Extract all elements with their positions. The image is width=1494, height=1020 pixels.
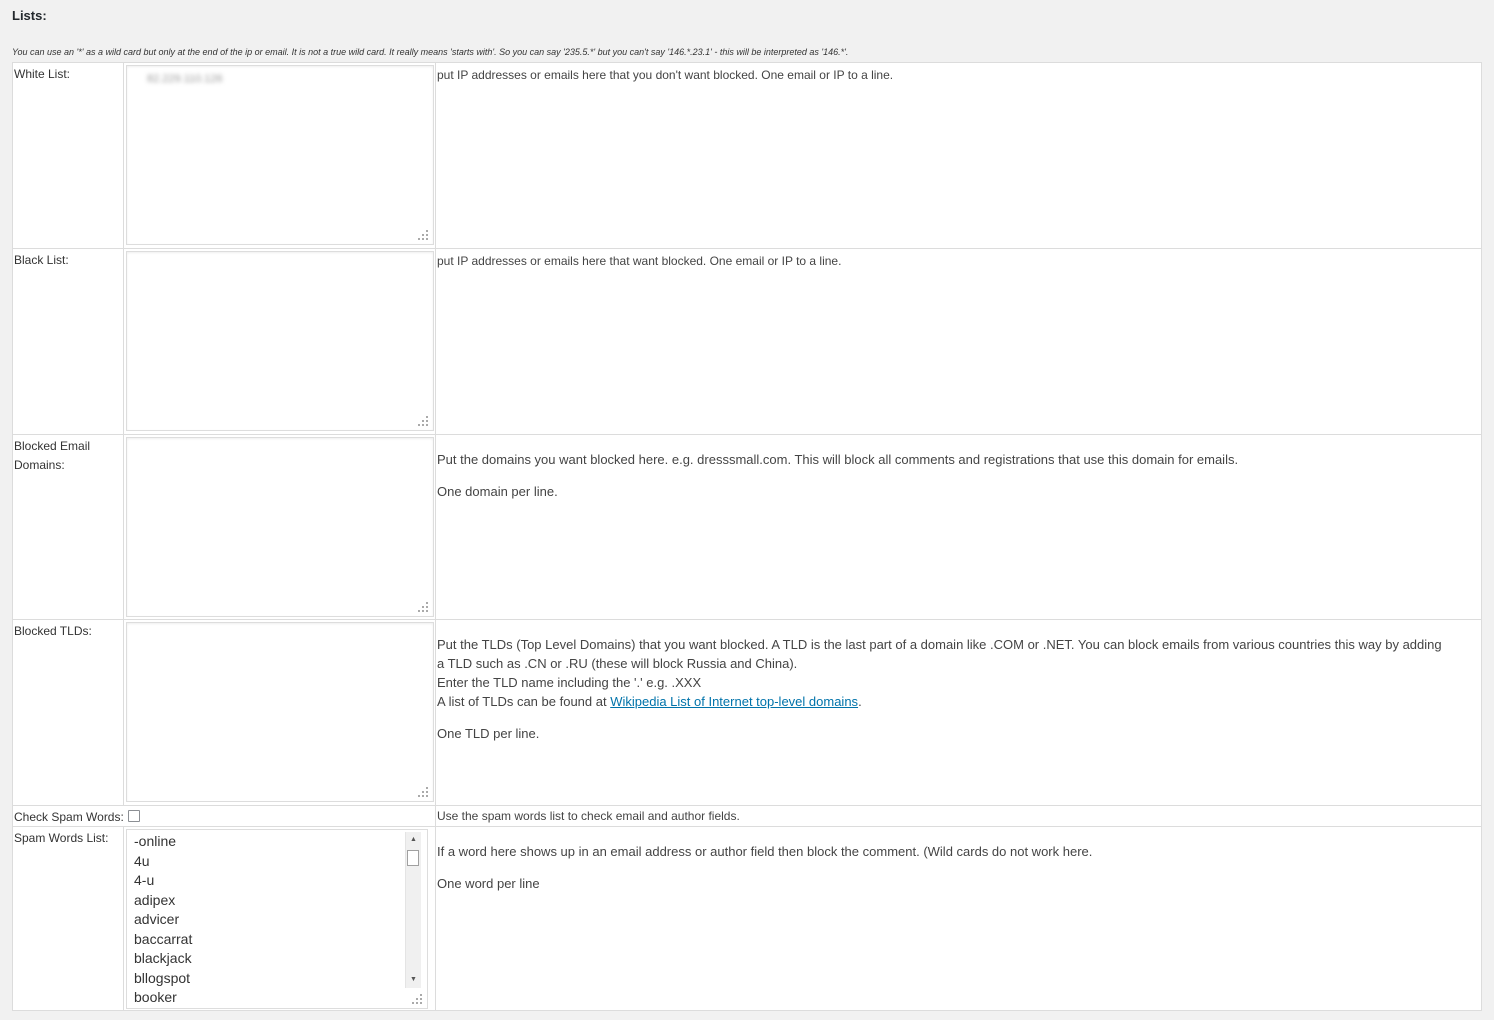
blocked-tlds-example: Enter the TLD name including the '.' e.g… xyxy=(437,675,702,690)
white-list-value: 82.229.110.126 xyxy=(147,73,223,85)
list-item: booker xyxy=(134,989,177,1005)
blocked-tlds-link-suffix: . xyxy=(858,694,862,709)
list-item: 4-u xyxy=(134,872,155,888)
list-item: bllogspot xyxy=(134,969,191,986)
blocked-email-domains-cell xyxy=(125,435,436,619)
wildcard-note: You can use an '*' as a wild card but on… xyxy=(12,47,849,57)
blocked-email-domains-label: Blocked Email Domains: xyxy=(13,435,124,619)
list-item: baccarrat xyxy=(134,930,193,947)
spam-words-list-textarea[interactable]: -online 4u 4-u adipex advicer baccarrat … xyxy=(126,829,428,1009)
list-item: 4u xyxy=(134,852,150,869)
list-item: -online xyxy=(134,833,177,849)
spam-words-list-description-cell: If a word here shows up in an email addr… xyxy=(437,827,1481,1010)
resize-grip-icon[interactable] xyxy=(418,416,428,426)
resize-grip-icon[interactable] xyxy=(418,230,428,240)
blocked-email-domains-note: One domain per line. xyxy=(437,484,558,499)
blocked-tlds-link-line: A list of TLDs can be found at Wikipedia… xyxy=(437,692,1451,711)
spam-words-list-description: If a word here shows up in an email addr… xyxy=(437,844,1093,859)
blocked-email-domains-row: Blocked Email Domains: Put the domains y… xyxy=(13,435,1481,620)
resize-grip-icon[interactable] xyxy=(412,994,422,1004)
blocked-email-domains-description-cell: Put the domains you want blocked here. e… xyxy=(437,435,1481,619)
white-list-cell: 82.229.110.126 xyxy=(125,63,436,248)
spam-words-list-row: Spam Words List: -online 4u 4-u adipex a… xyxy=(13,827,1481,1010)
blocked-tlds-description-cell: Put the TLDs (Top Level Domains) that yo… xyxy=(437,620,1481,805)
scroll-up-arrow-icon[interactable]: ▲ xyxy=(406,834,421,846)
spam-words-list-cell: -online 4u 4-u adipex advicer baccarrat … xyxy=(125,827,436,1010)
resize-grip-icon[interactable] xyxy=(418,787,428,797)
check-spam-words-checkbox[interactable] xyxy=(128,810,140,822)
check-spam-words-cell xyxy=(125,806,436,826)
list-item: adipex xyxy=(134,891,176,908)
scroll-thumb[interactable] xyxy=(407,850,419,866)
scroll-down-arrow-icon[interactable]: ▼ xyxy=(406,974,421,986)
white-list-row: White List: 82.229.110.126 put IP addres… xyxy=(13,63,1481,249)
check-spam-words-description: Use the spam words list to check email a… xyxy=(437,809,740,823)
black-list-cell xyxy=(125,249,436,434)
lists-table: White List: 82.229.110.126 put IP addres… xyxy=(12,62,1482,1011)
white-list-label: White List: xyxy=(13,63,124,248)
blocked-tlds-note: One TLD per line. xyxy=(437,726,540,741)
black-list-row: Black List: put IP addresses or emails h… xyxy=(13,249,1481,435)
spam-words-list-label: Spam Words List: xyxy=(13,827,124,1010)
list-item: advicer xyxy=(134,911,180,927)
blocked-tlds-label: Blocked TLDs: xyxy=(13,620,124,805)
blocked-tlds-cell xyxy=(125,620,436,805)
blocked-tlds-link-prefix: A list of TLDs can be found at xyxy=(437,694,611,709)
black-list-textarea[interactable] xyxy=(126,251,434,431)
black-list-label: Black List: xyxy=(13,249,124,434)
white-list-description: put IP addresses or emails here that you… xyxy=(437,68,894,82)
blocked-tlds-description: Put the TLDs (Top Level Domains) that yo… xyxy=(437,637,1442,671)
spam-words-list-note: One word per line xyxy=(437,876,540,891)
resize-grip-icon[interactable] xyxy=(418,602,428,612)
spam-words-scrollbar[interactable]: ▲ ▼ xyxy=(405,832,421,988)
blocked-email-domains-description: Put the domains you want blocked here. e… xyxy=(437,452,1239,467)
blocked-tlds-textarea[interactable] xyxy=(126,622,434,802)
check-spam-words-row: Check Spam Words: Use the spam words lis… xyxy=(13,806,1481,827)
section-title: Lists: xyxy=(12,8,47,23)
blocked-email-domains-textarea[interactable] xyxy=(126,437,434,617)
white-list-textarea[interactable]: 82.229.110.126 xyxy=(126,65,434,245)
check-spam-words-label: Check Spam Words: xyxy=(14,810,124,824)
wikipedia-tld-link[interactable]: Wikipedia List of Internet top-level dom… xyxy=(610,694,858,709)
blocked-tlds-row: Blocked TLDs: Put the TLDs (Top Level Do… xyxy=(13,620,1481,806)
list-item: blackjack xyxy=(134,950,192,966)
black-list-description: put IP addresses or emails here that wan… xyxy=(437,254,842,268)
